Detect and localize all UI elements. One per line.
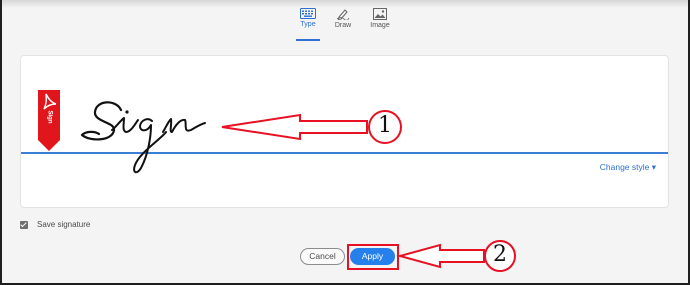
tab-image-label: Image — [370, 22, 390, 29]
apply-button[interactable]: Apply — [350, 248, 395, 265]
marker-number-2: 2 — [493, 242, 507, 267]
marker-number-1: 1 — [378, 113, 392, 138]
save-signature-checkbox[interactable] — [20, 221, 28, 229]
save-signature-label: Save signature — [37, 220, 91, 229]
change-style-dropdown[interactable]: Change style ▾ — [600, 162, 656, 173]
keyboard-icon — [300, 8, 316, 19]
cancel-button[interactable]: Cancel — [300, 248, 345, 265]
bookmark-label: Sign — [46, 110, 53, 124]
signature-input-area[interactable]: Change style ▾ — [20, 55, 669, 208]
signature-baseline — [21, 152, 668, 154]
sign-bookmark-flag: Sign — [38, 90, 60, 157]
tab-image[interactable]: Image — [358, 8, 402, 38]
pen-icon — [336, 9, 350, 20]
top-edge-shadow — [2, 0, 688, 8]
bookmark-text: Sign — [38, 90, 60, 145]
active-tab-indicator — [296, 39, 320, 41]
image-icon — [373, 8, 387, 20]
